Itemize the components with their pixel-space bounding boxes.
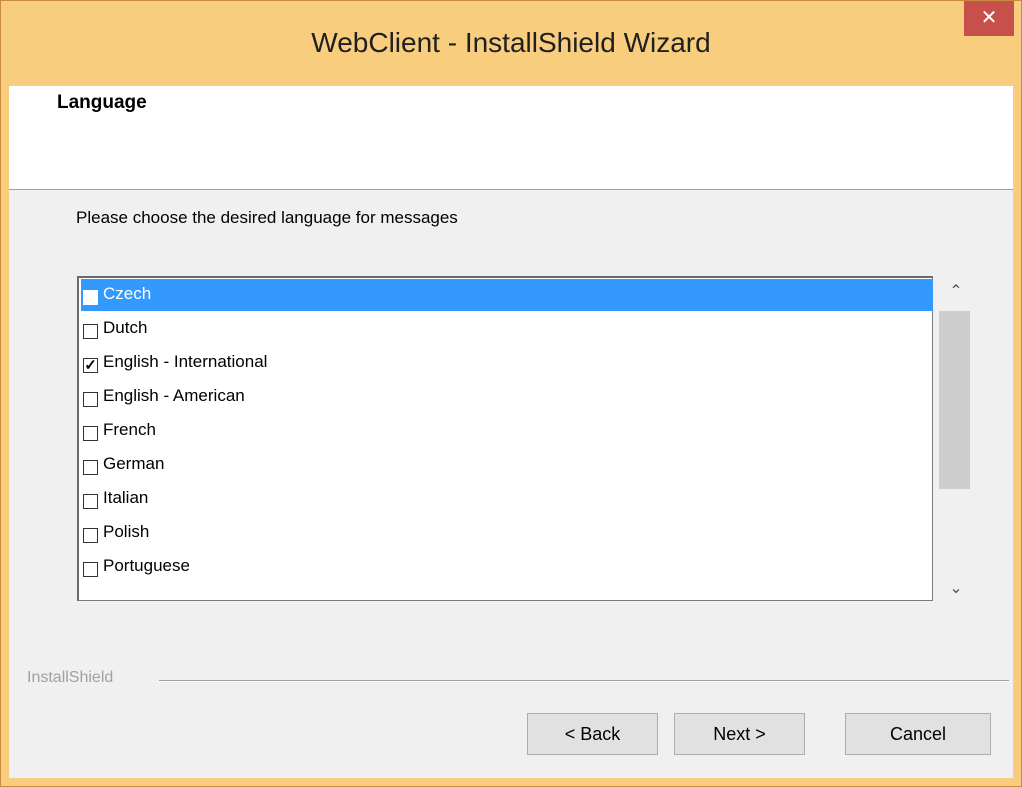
language-item[interactable]: Dutch: [81, 313, 933, 345]
language-item[interactable]: Portuguese: [81, 551, 933, 583]
checkbox-icon[interactable]: [83, 426, 98, 441]
next-button[interactable]: Next >: [674, 713, 805, 755]
language-item[interactable]: Italian: [81, 483, 933, 515]
language-item[interactable]: Polish: [81, 517, 933, 549]
checkbox-icon[interactable]: [83, 562, 98, 577]
language-label: Polish: [103, 522, 150, 541]
title-bar[interactable]: WebClient - InstallShield Wizard ✕: [1, 1, 1021, 86]
language-item[interactable]: French: [81, 415, 933, 447]
language-label: Dutch: [103, 318, 148, 337]
scroll-up-icon[interactable]: ⌃: [944, 281, 968, 301]
language-label: German: [103, 454, 165, 473]
frame-left: [1, 86, 9, 786]
language-item[interactable]: ✓ English - International: [81, 347, 933, 379]
instruction-text: Please choose the desired language for m…: [76, 208, 458, 227]
frame-bottom: [1, 778, 1021, 786]
installshield-brand: InstallShield: [27, 669, 114, 687]
frame-right: [1013, 86, 1021, 786]
checkbox-icon[interactable]: [83, 460, 98, 475]
language-item[interactable]: German: [81, 449, 933, 481]
window-title: WebClient - InstallShield Wizard: [311, 27, 711, 58]
scroll-down-icon[interactable]: ⌄: [944, 578, 968, 598]
close-icon[interactable]: ✕: [964, 1, 1014, 36]
language-label: Italian: [103, 488, 149, 507]
back-button[interactable]: < Back: [527, 713, 658, 755]
language-label: Portuguese: [103, 556, 190, 575]
language-label: English - American: [103, 386, 245, 405]
language-label: French: [103, 420, 156, 439]
checkbox-icon[interactable]: [83, 528, 98, 543]
language-label: Czech: [103, 284, 152, 303]
checkbox-icon[interactable]: [83, 290, 98, 305]
installer-window: WebClient - InstallShield Wizard ✕ Langu…: [0, 0, 1022, 787]
checkbox-icon[interactable]: [83, 324, 98, 339]
language-listbox[interactable]: Czech Dutch ✓ English - International Englis…: [77, 276, 933, 601]
footer-divider: [159, 680, 1009, 682]
wizard-client-area: Language Please choose the desired langu…: [9, 86, 1013, 778]
language-item[interactable]: Czech: [81, 279, 933, 311]
checkbox-checked-icon[interactable]: ✓: [83, 358, 98, 373]
checkbox-icon[interactable]: [83, 494, 98, 509]
wizard-header: Language: [9, 86, 1013, 190]
checkbox-icon[interactable]: [83, 392, 98, 407]
page-title: Language: [57, 92, 147, 113]
language-item[interactable]: English - American: [81, 381, 933, 413]
scrollbar-thumb[interactable]: [939, 311, 970, 489]
cancel-button[interactable]: Cancel: [845, 713, 991, 755]
language-label: English - International: [103, 352, 268, 371]
